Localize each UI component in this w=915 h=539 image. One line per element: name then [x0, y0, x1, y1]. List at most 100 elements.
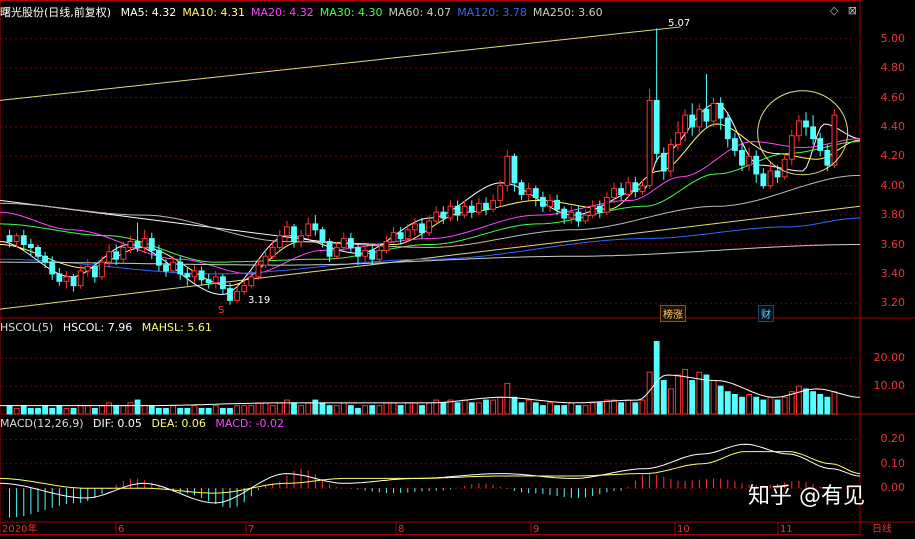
candle-body — [831, 114, 838, 166]
volume-bar — [99, 405, 105, 415]
candle-body — [625, 182, 632, 196]
candle-body — [433, 211, 440, 222]
candle-body — [63, 276, 70, 282]
volume-bar — [120, 405, 127, 415]
candle-body — [241, 285, 248, 293]
volume-bar — [461, 399, 468, 415]
volume-bar — [632, 402, 639, 415]
macd-dea: DEA: 0.06 — [151, 417, 206, 430]
volume-bar — [56, 405, 63, 415]
ma-legend-item: MA60: 4.07 — [388, 6, 452, 19]
candle-body — [298, 235, 305, 243]
volume-bar — [824, 396, 831, 415]
candle-body — [824, 149, 831, 166]
volume-bar — [362, 405, 369, 415]
volume-mahsl: MAHSL: 5.61 — [141, 321, 212, 334]
ma-legend-item: MA5: 4.32 — [120, 6, 177, 19]
price-tick-label: 4.60 — [880, 90, 906, 104]
time-tick-label: 8 — [398, 524, 405, 535]
volume-bar — [518, 402, 525, 415]
candle-body — [518, 182, 525, 196]
volume-bar — [689, 380, 696, 415]
candle-body — [262, 255, 269, 266]
volume-bar — [653, 341, 660, 415]
candle-body — [397, 232, 404, 240]
macd-dea-line — [0, 451, 861, 494]
volume-bar — [419, 405, 425, 415]
candle-body — [596, 205, 603, 213]
volume-bar — [205, 407, 212, 415]
candle-body — [760, 173, 767, 187]
candle-body — [554, 199, 561, 210]
volume-bar — [191, 405, 198, 415]
candle-body — [77, 270, 84, 287]
candle-body — [497, 185, 504, 201]
candle-body — [703, 108, 710, 122]
news-tag-rank[interactable]: 榜涨 — [660, 305, 686, 322]
candle-body — [340, 238, 347, 248]
stock-chart[interactable] — [0, 0, 915, 535]
macd-dif-line — [0, 443, 861, 504]
volume-bar — [426, 402, 433, 415]
volume-bar — [283, 399, 290, 415]
volume-bar — [326, 405, 333, 415]
volume-bar — [198, 407, 205, 415]
volume-bar — [803, 388, 809, 415]
volume-bar — [42, 405, 49, 415]
volume-bar — [113, 405, 120, 415]
price-tick-label: 3.40 — [880, 266, 906, 280]
volume-bar — [248, 405, 255, 415]
diamond-icon[interactable]: ◇ — [830, 4, 838, 17]
price-tick-label: 4.80 — [880, 61, 906, 75]
candle-body — [319, 229, 326, 243]
volume-bar — [596, 402, 603, 415]
volume-bar — [91, 407, 98, 415]
candle-body — [731, 138, 738, 151]
ma-line-ma20 — [0, 138, 861, 275]
volume-bar — [298, 405, 305, 415]
volume-bar — [724, 391, 731, 415]
ma-legend-item: MA30: 4.30 — [319, 6, 383, 19]
candle-body — [305, 223, 312, 237]
volume-bar — [667, 388, 674, 415]
ma-line-ma5 — [0, 102, 861, 296]
vol-tick-label: 20.00 — [873, 351, 906, 365]
candle-body — [227, 288, 233, 301]
vol-tick-label: 10.00 — [873, 379, 906, 393]
candle-body — [653, 99, 660, 154]
volume-bar — [13, 407, 20, 415]
close-box-icon[interactable]: ⊠ — [848, 4, 857, 17]
candle-body — [276, 235, 283, 248]
candle-body — [362, 249, 369, 257]
news-tag-finance[interactable]: 财 — [758, 305, 774, 322]
macd-value: MACD: -0.02 — [215, 417, 285, 430]
volume-bar — [753, 396, 760, 415]
candle-body — [355, 246, 361, 257]
volume-bar — [212, 405, 219, 415]
candle-body — [127, 241, 134, 248]
volume-bar — [106, 402, 113, 415]
volume-bar — [731, 394, 738, 415]
candle-body — [532, 188, 539, 198]
macd-header: MACD(12,26,9) DIF: 0.05 DEA: 0.06 MACD: … — [0, 416, 290, 432]
volume-bar — [27, 407, 34, 415]
candle-body — [461, 205, 468, 216]
chart-canvas[interactable] — [0, 0, 915, 535]
volume-bar — [475, 402, 482, 415]
candle-body — [347, 238, 354, 248]
volume-bar — [397, 405, 404, 415]
candle-body — [795, 120, 802, 137]
candle-body — [511, 155, 518, 184]
volume-bar — [532, 402, 539, 415]
candle-body — [454, 205, 461, 216]
macd-tick-label: 0.10 — [880, 456, 906, 470]
candle-body — [724, 117, 731, 140]
volume-bar — [454, 402, 461, 415]
candle-body — [255, 264, 262, 278]
candle-body — [42, 255, 49, 263]
volume-bar — [269, 405, 276, 415]
volume-bar — [831, 391, 838, 415]
candle-body — [419, 223, 425, 234]
candle-body — [603, 196, 610, 213]
ma-legend-item: MA10: 4.31 — [182, 6, 246, 19]
